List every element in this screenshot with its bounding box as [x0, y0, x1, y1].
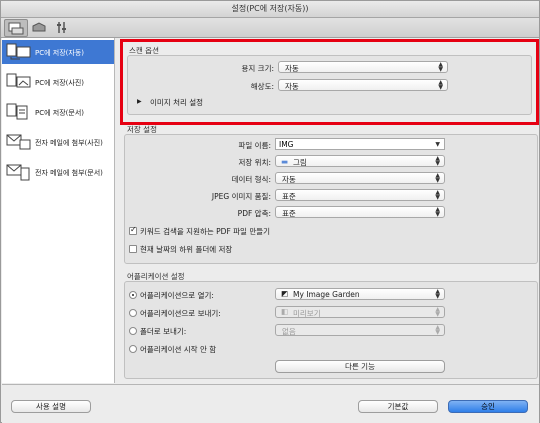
- updown-arrow-icon: ▲ ▼: [435, 155, 440, 167]
- open-with-label: 어플리케이션으로 열기:: [140, 291, 214, 300]
- settings-window: 설정(PC에 저장(자동)) PC에 저장(자동) PC에 저장(사진) PC에…: [0, 0, 540, 423]
- sidebar-item-save-document[interactable]: PC에 저장(문서): [2, 100, 114, 124]
- jpeg-quality-label: JPEG 이미지 품질:: [211, 192, 271, 201]
- file-name-combo[interactable]: IMG ▼: [275, 138, 445, 150]
- data-format-label: 데이터 형식:: [231, 175, 271, 184]
- file-name-label: 파일 이름:: [238, 141, 271, 150]
- pdf-compression-select[interactable]: 표준 ▲ ▼: [275, 206, 445, 218]
- data-format-value: 자동: [282, 175, 296, 184]
- sidebar-item-label: 전자 메일에 첨부(문서): [35, 169, 103, 177]
- sidebar-item-email-document[interactable]: 전자 메일에 첨부(문서): [2, 160, 114, 184]
- subfolder-checkbox[interactable]: [129, 245, 137, 253]
- data-format-select[interactable]: 자동 ▲ ▼: [275, 172, 445, 184]
- scan-from-panel-tab[interactable]: [28, 19, 50, 35]
- scan-from-panel-icon: [32, 21, 46, 31]
- sidebar: PC에 저장(자동) PC에 저장(사진) PC에 저장(문서) 전자 메일에 …: [2, 38, 115, 383]
- send-to-folder-radio[interactable]: [129, 327, 137, 335]
- save-settings-group: 파일 이름: IMG ▼ 저장 위치: ▬ 그림 ▲ ▼ 데이터 형식: 자동 ▲…: [124, 134, 538, 264]
- folder-icon: ▬: [281, 157, 289, 166]
- app-icon: ◩: [281, 289, 289, 298]
- help-button[interactable]: 사용 설명: [11, 400, 91, 413]
- pdf-compression-value: 표준: [282, 209, 296, 218]
- sidebar-item-label: 전자 메일에 첨부(사진): [35, 139, 103, 147]
- title-bar: 설정(PC에 저장(자동)): [1, 1, 539, 18]
- open-with-value: My Image Garden: [293, 290, 360, 299]
- do-not-start-label: 어플리케이션 시작 안 함: [140, 345, 217, 354]
- window-title: 설정(PC에 저장(자동)): [231, 4, 309, 13]
- send-to-folder-select[interactable]: 없음 ▲ ▼: [275, 324, 445, 336]
- preview-app-icon: ◧: [281, 307, 289, 316]
- image-processing-settings-label[interactable]: 이미지 처리 설정: [150, 97, 203, 108]
- save-photo-icon: [6, 73, 31, 88]
- email-photo-icon: [6, 134, 31, 150]
- sidebar-item-save-auto[interactable]: PC에 저장(자동): [2, 40, 114, 64]
- keyword-pdf-label: 키워드 검색을 지원하는 PDF 파일 만들기: [140, 227, 271, 236]
- open-with-select[interactable]: ◩ My Image Garden ▲ ▼: [275, 288, 445, 300]
- send-to-folder-label: 폴더로 보내기:: [140, 327, 187, 336]
- scan-options-highlight: 스캔 옵션 용지 크기: 자동 ▲ ▼ 해상도: 자동 ▲ ▼ ▶ 이미지 처리 설…: [120, 39, 539, 125]
- save-document-icon: [6, 103, 28, 120]
- footer: 사용 설명 기본값 승인: [2, 384, 539, 423]
- send-to-app-label: 어플리케이션으로 보내기:: [140, 309, 221, 318]
- send-to-app-radio[interactable]: [129, 309, 137, 317]
- pdf-compression-label: PDF 압축:: [237, 209, 271, 218]
- send-to-folder-value: 없음: [282, 327, 296, 336]
- paper-size-select[interactable]: 자동 ▲ ▼: [278, 61, 448, 73]
- general-settings-icon: [57, 21, 66, 33]
- sidebar-item-save-photo[interactable]: PC에 저장(사진): [2, 70, 114, 94]
- save-in-select[interactable]: ▬ 그림 ▲ ▼: [275, 155, 445, 167]
- sidebar-item-email-photo[interactable]: 전자 메일에 첨부(사진): [2, 130, 114, 154]
- general-settings-tab[interactable]: [52, 19, 74, 35]
- ok-button[interactable]: 승인: [448, 400, 528, 413]
- updown-arrow-icon: ▲ ▼: [435, 324, 440, 336]
- disclosure-triangle-icon[interactable]: ▶: [137, 98, 142, 105]
- sidebar-item-label: PC에 저장(문서): [35, 109, 84, 117]
- email-document-icon: [6, 164, 30, 181]
- send-to-app-value: 미리보기: [293, 309, 321, 318]
- scan-options-group: 용지 크기: 자동 ▲ ▼ 해상도: 자동 ▲ ▼ ▶ 이미지 처리 설정: [127, 55, 532, 115]
- updown-arrow-icon: ▲ ▼: [435, 206, 440, 218]
- checkmark-icon: ✓: [130, 225, 137, 234]
- sidebar-item-label: PC에 저장(자동): [35, 49, 84, 57]
- updown-arrow-icon: ▲ ▼: [435, 189, 440, 201]
- subfolder-label: 현재 날짜의 하위 폴더에 저장: [140, 245, 233, 254]
- save-in-label: 저장 위치:: [238, 158, 271, 167]
- jpeg-quality-select[interactable]: 표준 ▲ ▼: [275, 189, 445, 201]
- updown-arrow-icon: ▲ ▼: [438, 61, 443, 73]
- resolution-select[interactable]: 자동 ▲ ▼: [278, 79, 448, 91]
- main-panel: 스캔 옵션 용지 크기: 자동 ▲ ▼ 해상도: 자동 ▲ ▼ ▶ 이미지 처리 설…: [117, 38, 539, 383]
- dropdown-arrow-icon[interactable]: ▼: [435, 142, 440, 148]
- keyword-pdf-checkbox[interactable]: ✓: [129, 225, 137, 235]
- paper-size-label: 용지 크기:: [241, 64, 274, 73]
- toolbar: [1, 18, 539, 38]
- updown-arrow-icon: ▲ ▼: [435, 306, 440, 318]
- do-not-start-radio[interactable]: [129, 345, 137, 353]
- defaults-button[interactable]: 기본값: [358, 400, 438, 413]
- updown-arrow-icon: ▲ ▼: [438, 79, 443, 91]
- save-in-value: 그림: [293, 158, 307, 167]
- resolution-value: 자동: [285, 82, 299, 91]
- jpeg-quality-value: 표준: [282, 192, 296, 201]
- resolution-label: 해상도:: [250, 82, 274, 91]
- send-to-app-select[interactable]: ◧ 미리보기 ▲ ▼: [275, 306, 445, 318]
- app-settings-group: 어플리케이션으로 열기: ◩ My Image Garden ▲ ▼ 어플리케이션…: [124, 281, 538, 379]
- file-name-value: IMG: [279, 140, 294, 149]
- open-with-radio[interactable]: [129, 291, 137, 299]
- sidebar-item-label: PC에 저장(사진): [35, 79, 84, 87]
- updown-arrow-icon: ▲ ▼: [435, 172, 440, 184]
- more-functions-button[interactable]: 다른 기능: [275, 360, 445, 373]
- paper-size-value: 자동: [285, 64, 299, 73]
- scan-from-computer-icon: [8, 22, 24, 34]
- scan-from-computer-tab[interactable]: [4, 19, 28, 37]
- save-auto-icon: [6, 43, 31, 60]
- updown-arrow-icon: ▲ ▼: [435, 288, 440, 300]
